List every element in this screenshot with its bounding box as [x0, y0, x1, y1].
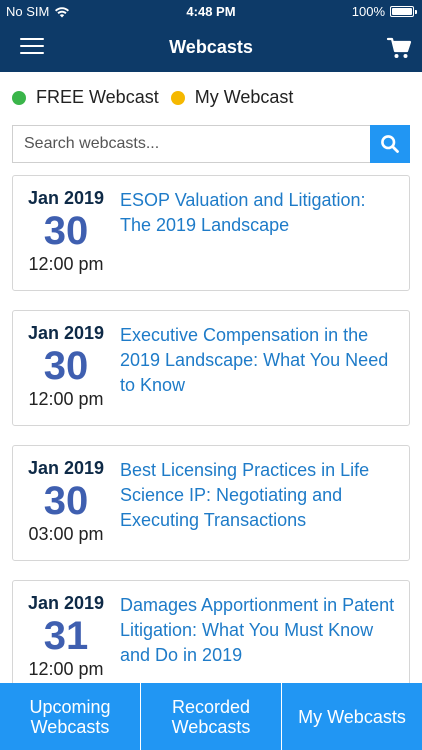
nav-bar: Webcasts [0, 24, 422, 72]
webcast-card[interactable]: Jan 2019 30 12:00 pm Executive Compensat… [12, 310, 410, 426]
webcast-title-link[interactable]: Best Licensing Practices in Life Science… [120, 458, 400, 533]
webcast-month-year: Jan 2019 [27, 323, 105, 343]
webcast-day: 30 [43, 479, 89, 523]
tab-recorded-webcasts[interactable]: Recorded Webcasts [140, 683, 281, 750]
webcast-date: Jan 2019 30 12:00 pm [13, 323, 119, 410]
webcast-title-link[interactable]: Damages Apportionment in Patent Litigati… [120, 593, 400, 668]
search-button[interactable] [370, 125, 410, 163]
status-bar: No SIM 4:48 PM 100% [0, 0, 422, 24]
legend-free-label: FREE Webcast [36, 87, 159, 107]
shopping-cart-icon[interactable] [386, 35, 412, 61]
webcast-date: Jan 2019 30 03:00 pm [13, 458, 119, 545]
webcast-day: 30 [43, 344, 89, 388]
webcast-month-year: Jan 2019 [27, 593, 105, 613]
search-icon [381, 135, 399, 153]
search-input[interactable] [12, 125, 370, 163]
legend-my-label: My Webcast [194, 87, 294, 107]
my-webcast-dot-icon [170, 90, 185, 105]
webcast-date: Jan 2019 30 12:00 pm [13, 188, 119, 275]
webcast-day: 31 [43, 614, 89, 658]
battery-percent: 100% [351, 4, 385, 19]
webcast-card[interactable]: Jan 2019 30 12:00 pm ESOP Valuation and … [12, 175, 410, 291]
page-title: Webcasts [169, 37, 253, 57]
legend: FREE Webcast My Webcast [12, 87, 293, 108]
webcast-day: 30 [43, 209, 89, 253]
webcast-time: 12:00 pm [28, 389, 104, 409]
search-bar [12, 125, 410, 163]
tab-label: Upcoming Webcasts [29, 696, 111, 737]
webcast-card[interactable]: Jan 2019 31 12:00 pm Damages Apportionme… [12, 580, 410, 696]
tab-upcoming-webcasts[interactable]: Upcoming Webcasts [0, 683, 140, 750]
webcast-time: 03:00 pm [28, 524, 104, 544]
webcast-month-year: Jan 2019 [27, 458, 105, 478]
webcast-date: Jan 2019 31 12:00 pm [13, 593, 119, 680]
webcast-card[interactable]: Jan 2019 30 03:00 pm Best Licensing Prac… [12, 445, 410, 561]
bottom-tab-bar: Upcoming Webcasts Recorded Webcasts My W… [0, 683, 422, 750]
webcast-time: 12:00 pm [28, 254, 104, 274]
webcast-month-year: Jan 2019 [27, 188, 105, 208]
tab-label: My Webcasts [298, 706, 406, 727]
battery-icon [390, 6, 417, 17]
tab-my-webcasts[interactable]: My Webcasts [281, 683, 422, 750]
battery-fill [392, 8, 412, 15]
webcast-title-link[interactable]: Executive Compensation in the 2019 Lands… [120, 323, 400, 398]
webcast-time: 12:00 pm [28, 659, 104, 679]
free-webcast-dot-icon [12, 90, 26, 105]
tab-label: Recorded Webcasts [171, 696, 251, 737]
status-right: 100% [351, 4, 417, 19]
webcast-title-link[interactable]: ESOP Valuation and Litigation: The 2019 … [120, 188, 400, 238]
